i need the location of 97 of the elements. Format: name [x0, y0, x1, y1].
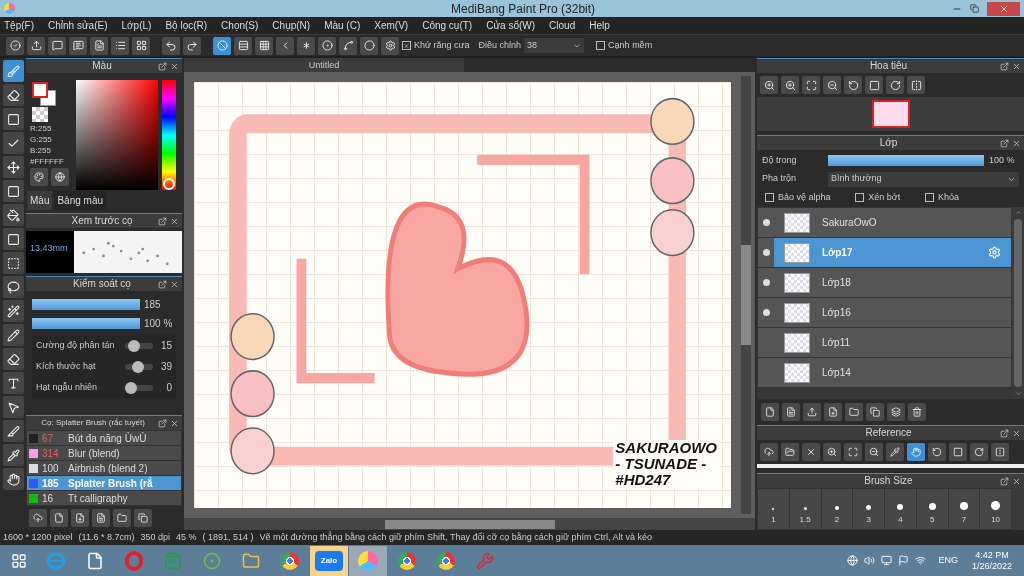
layer-name: Lớp11: [822, 336, 851, 350]
parameter-value: 0: [166, 381, 172, 395]
panel-title: Xem trước cọ: [70, 216, 134, 226]
brush-name: Bút đa năng ÙwÙ: [68, 431, 147, 446]
color-value: G:255: [30, 135, 53, 144]
menu-item[interactable]: Xem(V): [374, 18, 409, 33]
brush-size-preset[interactable]: 1: [758, 489, 789, 529]
window-title: MediBang Paint Pro (32bit): [451, 0, 596, 18]
brush-size: 100: [42, 461, 60, 476]
slider-value: 100 %: [144, 317, 173, 331]
brush-size-label: 10: [991, 514, 1001, 526]
brush-size-label: 3: [866, 514, 871, 526]
brush-size: 185: [42, 476, 60, 491]
brush-size: 314: [42, 446, 60, 461]
brush-size-label: 1: [771, 514, 776, 526]
menu-item[interactable]: Tệp(F): [4, 18, 34, 33]
parameter-label: Cường độ phân tán: [36, 338, 116, 352]
status-text: 350 dpi: [140, 530, 170, 544]
panel-title: Kiểm soát cọ: [72, 279, 132, 289]
status-text: 1600 * 1200 pixel: [3, 530, 73, 544]
language-indicator[interactable]: ENG: [938, 553, 958, 568]
blend-dropdown[interactable]: Bình thường: [828, 171, 1019, 187]
brush-list-item[interactable]: 67 Bút đa năng ÙwÙ: [27, 431, 181, 445]
panel-title: Reference: [864, 428, 913, 438]
menu-item[interactable]: Chỉnh sửa(E): [48, 18, 108, 33]
brush-list-item[interactable]: 100 Airbrush (blend 2): [27, 461, 181, 475]
menu-item[interactable]: Cửa sổ(W): [486, 18, 536, 33]
brush-list-item[interactable]: 16 Tt calligraphy: [27, 491, 181, 505]
hex-value: #FFFFFF: [30, 157, 65, 166]
status-text: 45 %: [175, 530, 197, 544]
signature-text: #HD247: [615, 472, 672, 488]
brush-size-label: 1.5: [799, 514, 811, 526]
slider-value: 185: [144, 298, 161, 312]
opacity-label: Độ trong: [762, 154, 798, 167]
brush-size-preset[interactable]: 1.5: [789, 489, 821, 529]
brush-size-preset[interactable]: 10: [980, 489, 1011, 529]
menu-item[interactable]: Chụp(N): [272, 18, 311, 33]
soft-edge-label: Cạnh mềm: [608, 38, 653, 52]
color-value: B:255: [30, 146, 52, 155]
brush-size: 16: [42, 491, 55, 506]
brush-name: Blur (blend): [68, 446, 120, 461]
panel-title: Lớp: [878, 138, 899, 148]
layer-name: Lớp16: [822, 306, 851, 320]
blend-label: Pha trộn: [762, 172, 798, 186]
parameter-value: 15: [160, 339, 172, 353]
brush-list-item[interactable]: 314 Blur (blend): [27, 446, 181, 460]
menu-item[interactable]: Cloud: [549, 18, 576, 33]
parameter-label: Hạt ngẫu nhiên: [36, 380, 99, 394]
opacity-value: 100 %: [989, 154, 1015, 167]
correction-label: Điều chỉnh: [478, 38, 522, 52]
status-text: Vẽ một đường thẳng bằng cách giữ phím Shift, Thay đổi cỡ cọ bằng cách giữ phím Ctrl, Alt và kéo: [259, 530, 652, 544]
status-text: (11.6 * 8.7cm): [78, 530, 135, 544]
menu-item[interactable]: Lớp(L): [121, 18, 152, 33]
menu-item[interactable]: Màu (C): [324, 18, 361, 33]
parameter-value: 39: [160, 360, 172, 374]
brush-size-preset[interactable]: 4: [885, 489, 916, 529]
panel-title: Brush Size: [863, 476, 914, 486]
signature-text: SAKURAOWO: [615, 440, 717, 456]
antialias-label: Khử răng cưa: [414, 38, 470, 52]
color-value: R:255: [30, 124, 53, 133]
canvas-page[interactable]: SAKURAOWO - TSUNADE - #HD247: [194, 82, 731, 508]
option-label: Bảo vệ alpha: [778, 190, 831, 204]
brush-name: Splatter Brush (rắ: [68, 476, 153, 491]
brush-size-label: 7: [961, 514, 967, 526]
brush-name: Tt calligraphy: [68, 491, 128, 506]
signature-text: - TSUNADE -: [615, 456, 708, 472]
panel-title: Cọ: Splatter Brush (rắc tuyết): [40, 419, 146, 427]
menu-item[interactable]: Chọn(S): [221, 18, 259, 33]
brush-size-preset[interactable]: 7: [948, 489, 980, 529]
brush-size-readout: 13.43mm: [30, 243, 68, 253]
brush-size-preset[interactable]: 2: [821, 489, 853, 529]
brush-size-label: 5: [929, 514, 935, 526]
clock-time[interactable]: 4:42 PM: [975, 549, 1009, 561]
status-text: ( 1891, 514 ): [202, 530, 254, 544]
layer-name: SakuraOwO: [822, 216, 877, 230]
layer-name: Lớp17: [822, 246, 853, 260]
menu-item[interactable]: Bộ lọc(R): [165, 18, 208, 33]
panel-title: Màu: [91, 61, 113, 71]
brush-size: 67: [42, 431, 55, 446]
layer-name: Lớp14: [822, 366, 851, 380]
brush-size-label: 4: [898, 514, 903, 526]
layer-name: Lớp18: [822, 276, 851, 290]
document-tab[interactable]: Untitled: [184, 58, 464, 72]
correction-dropdown[interactable]: 38: [524, 38, 585, 53]
brush-size-preset[interactable]: 3: [853, 489, 884, 529]
panel-title: Hoa tiêu: [868, 61, 909, 71]
option-label: Khóa: [937, 190, 959, 204]
parameter-label: Kích thước hạt: [36, 359, 97, 373]
brush-name: Airbrush (blend 2): [68, 461, 148, 476]
menu-item[interactable]: Công cụ(T): [422, 18, 473, 33]
panel-tab[interactable]: Màu: [27, 191, 53, 210]
brush-size-label: 2: [834, 514, 840, 526]
option-label: Xén bớt: [868, 190, 901, 204]
panel-tab[interactable]: Bảng màu: [54, 191, 107, 210]
clock-date[interactable]: 1/26/2022: [971, 560, 1012, 572]
menu-item[interactable]: Help: [589, 18, 610, 33]
brush-size-preset[interactable]: 5: [916, 489, 948, 529]
